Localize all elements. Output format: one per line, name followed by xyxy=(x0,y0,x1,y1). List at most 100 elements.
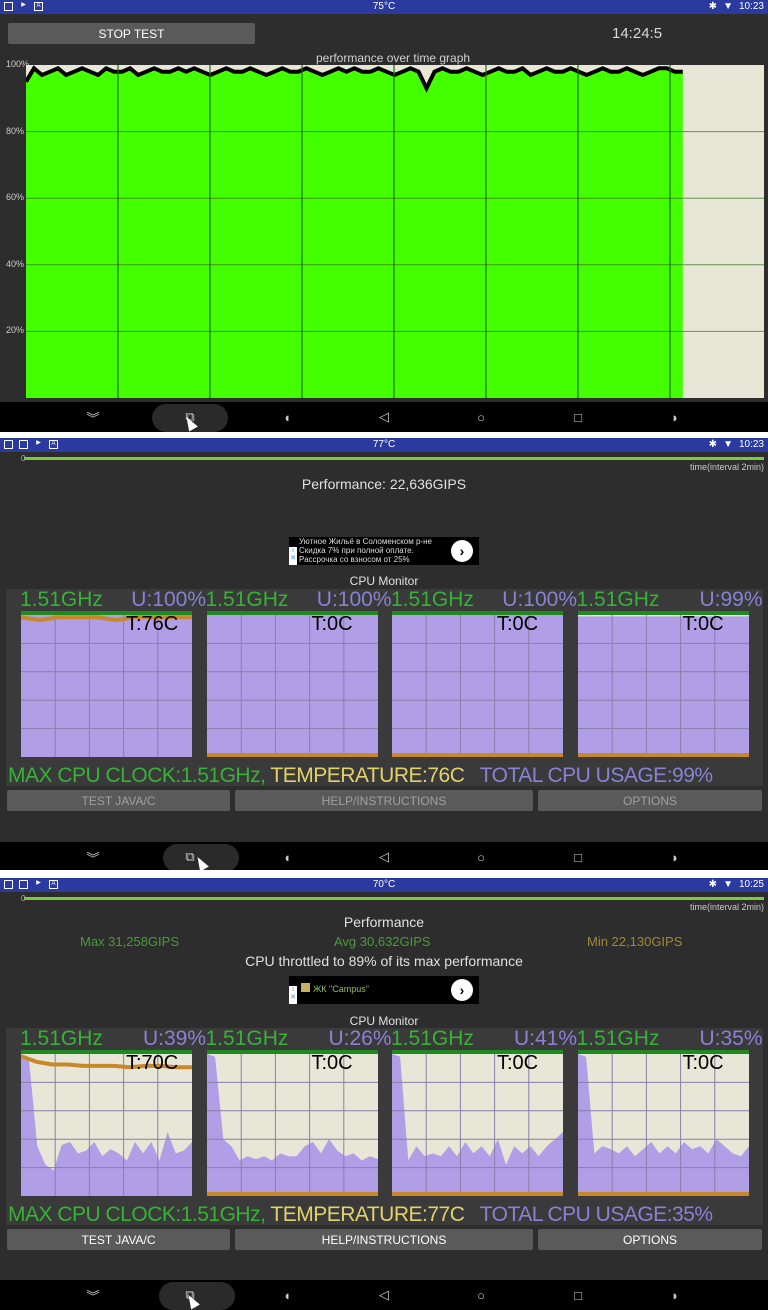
panel-cpu-load: ▶ A 77°C ✱ ▼ 10:23 0 time(interval 2min)… xyxy=(0,438,768,870)
time-axis-label: time(interval 2min) xyxy=(689,902,764,912)
core-header: 1.51GHz U:26% xyxy=(206,1027,392,1051)
volume-down-icon[interactable]: ◖ xyxy=(272,402,302,432)
core-usage-area xyxy=(206,1054,378,1196)
core-header: 1.51GHz U:35% xyxy=(577,1027,763,1051)
avg-performance: Avg 30,632GIPS xyxy=(334,934,431,949)
core-temperature-label: T:76C xyxy=(126,613,179,635)
core-frequency: 1.51GHz xyxy=(576,588,660,611)
ad-banner[interactable]: Уютное Жильё в Соломенском р-не Скидка 7… xyxy=(289,537,479,565)
performance-graph-svg xyxy=(24,65,764,399)
recents-icon[interactable]: □ xyxy=(563,1280,593,1310)
core-usage-area xyxy=(577,616,749,757)
options-button[interactable]: OPTIONS xyxy=(538,790,762,811)
core-temperature-label: T:0C xyxy=(311,1052,353,1074)
volume-down-icon[interactable]: ◖ xyxy=(272,1280,302,1310)
status-temperature: 77°C xyxy=(372,439,396,450)
cpu-monitor: 1.51GHz U:39% T:70C 1.51GHz U:26% T:0C 1.51GHz… xyxy=(6,1027,763,1225)
y-tick-label: 20% xyxy=(6,325,25,336)
core-usage-area xyxy=(577,1054,749,1196)
core-frequency: 1.51GHz xyxy=(20,588,103,611)
home-icon[interactable]: ○ xyxy=(466,842,496,870)
throttle-message: CPU throttled to 89% of its max performa… xyxy=(245,953,523,969)
panel-cpu-results: ▶ A 70°C ✱ ▼ 10:25 0 time(interval 2min)… xyxy=(0,878,768,1310)
navigation-bar: ︾ ⧉ ◖ ◁ ○ □ ◗ xyxy=(0,842,768,870)
stop-test-button[interactable]: STOP TEST xyxy=(8,23,255,44)
ad-arrow-icon[interactable]: › xyxy=(451,540,473,562)
ad-text: ЖК "Campus" xyxy=(313,984,369,994)
recents-icon[interactable]: □ xyxy=(563,842,593,870)
core-temperature-line xyxy=(577,1192,749,1196)
core-usage: U:39% xyxy=(142,1027,206,1050)
total-cpu-usage: TOTAL CPU USAGE:35% xyxy=(479,1203,713,1226)
ad-choices-icon[interactable]: i ✕ xyxy=(289,547,297,565)
y-tick-label: 80% xyxy=(6,125,25,136)
panel-performance-graph: ▶ A 75°C ✱ ▼ 10:23 STOP TEST 14:24:5 per… xyxy=(0,0,768,432)
core-header: 1.51GHz U:99% xyxy=(577,588,763,612)
core-temperature-line xyxy=(392,753,563,757)
collapse-icon[interactable]: ︾ xyxy=(78,842,108,870)
volume-up-icon[interactable]: ◗ xyxy=(660,842,690,870)
cpu-monitor-title: CPU Monitor xyxy=(349,574,419,588)
core-usage: U:100% xyxy=(131,588,206,611)
collapse-icon[interactable]: ︾ xyxy=(78,402,108,432)
min-performance: Min 22,130GIPS xyxy=(587,934,683,949)
home-icon[interactable]: ○ xyxy=(466,1280,496,1310)
core-temperature-line xyxy=(206,753,378,757)
core-usage: U:100% xyxy=(502,588,577,611)
core-usage-area xyxy=(21,615,192,757)
core-temperature-line xyxy=(392,1192,563,1196)
back-icon[interactable]: ◁ xyxy=(369,402,399,432)
ad-banner[interactable]: ЖК "Campus" i ✕ › xyxy=(289,976,479,1004)
core-header: 1.51GHz U:100% xyxy=(206,588,392,612)
volume-up-icon[interactable]: ◗ xyxy=(660,1280,690,1310)
max-performance: Max 31,258GIPS xyxy=(80,934,179,949)
volume-down-icon[interactable]: ◖ xyxy=(272,842,302,870)
help-instructions-button[interactable]: HELP/INSTRUCTIONS xyxy=(235,1229,533,1250)
status-bar: ▶ A 75°C ✱ ▼ 10:23 xyxy=(0,0,768,14)
ad-arrow-icon[interactable]: › xyxy=(451,979,473,1001)
core-usage-graph xyxy=(577,615,749,757)
core-usage-graph xyxy=(206,1054,378,1196)
status-temperature: 75°C xyxy=(372,1,396,12)
core-frequency: 1.51GHz xyxy=(205,588,289,611)
time-axis-bar xyxy=(24,457,764,460)
ad-choices-icon[interactable]: i ✕ xyxy=(289,986,297,1004)
options-button[interactable]: OPTIONS xyxy=(538,1229,762,1250)
core-usage-graph xyxy=(21,1054,192,1196)
core-frequency: 1.51GHz xyxy=(20,1027,103,1050)
status-temperature: 70°C xyxy=(372,879,396,890)
core-temperature-label: T:70C xyxy=(126,1052,179,1074)
performance-area xyxy=(26,68,683,399)
core-temperature-label: T:0C xyxy=(311,613,353,635)
core-usage: U:100% xyxy=(316,588,392,611)
core-frequency: 1.51GHz xyxy=(391,1027,474,1050)
core-usage-area xyxy=(392,615,563,757)
home-icon[interactable]: ○ xyxy=(466,402,496,432)
core-frequency: 1.51GHz xyxy=(391,588,474,611)
bluetooth-icon: ✱ xyxy=(708,1,718,12)
collapse-icon[interactable]: ︾ xyxy=(78,1280,108,1310)
test-java-c-button[interactable]: TEST JAVA/C xyxy=(7,790,230,811)
core-usage: U:35% xyxy=(699,1027,763,1050)
status-bar: ▶ A 77°C ✱ ▼ 10:23 xyxy=(0,438,768,452)
temperature-summary: TEMPERATURE:76C xyxy=(270,764,465,787)
total-cpu-usage: TOTAL CPU USAGE:99% xyxy=(479,764,713,787)
core-usage-graph xyxy=(206,615,378,757)
core-usage-area xyxy=(21,1054,192,1196)
help-instructions-button[interactable]: HELP/INSTRUCTIONS xyxy=(235,790,533,811)
ad-text-3: Рассрочка со взносом от 25% xyxy=(299,555,410,564)
core-temperature-label: T:0C xyxy=(497,1052,539,1074)
core-temperature-line xyxy=(206,1192,378,1196)
back-icon[interactable]: ◁ xyxy=(369,842,399,870)
volume-up-icon[interactable]: ◗ xyxy=(660,402,690,432)
wifi-icon: ▼ xyxy=(723,439,733,450)
time-axis-label: time(interval 2min) xyxy=(689,462,764,472)
test-java-c-button[interactable]: TEST JAVA/C xyxy=(7,1229,230,1250)
back-icon[interactable]: ◁ xyxy=(369,1280,399,1310)
max-cpu-clock: MAX CPU CLOCK:1.51GHz, xyxy=(8,764,266,787)
wifi-icon: ▼ xyxy=(723,879,733,890)
recents-icon[interactable]: □ xyxy=(563,402,593,432)
core-temperature-label: T:0C xyxy=(497,613,539,635)
performance-value: Performance: 22,636GIPS xyxy=(301,476,467,492)
ad-logo-icon xyxy=(301,983,310,992)
